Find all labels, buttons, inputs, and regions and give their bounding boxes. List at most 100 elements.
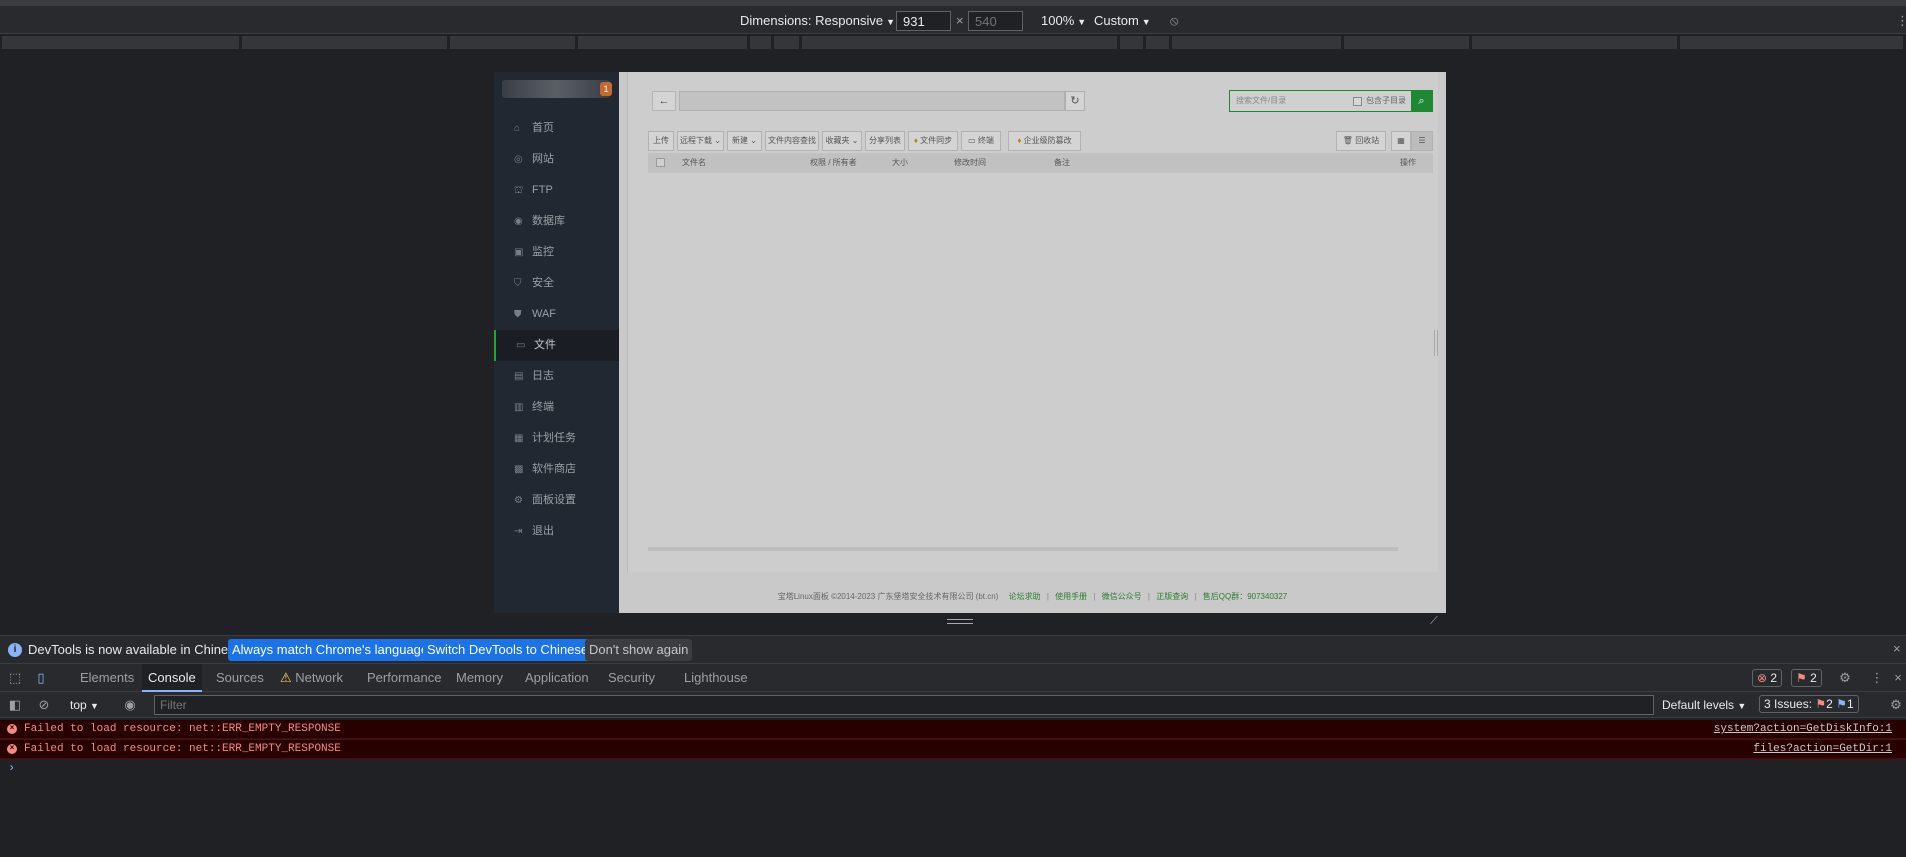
- error-count-badge[interactable]: ⊗ 2: [1752, 669, 1783, 687]
- col-modified[interactable]: 修改时间: [954, 153, 986, 173]
- file-sync-button[interactable]: ♦ 文件同步: [908, 131, 958, 151]
- eye-icon[interactable]: ◉: [122, 697, 138, 713]
- search-input[interactable]: 搜索文件/目录: [1236, 95, 1286, 106]
- tab-sources[interactable]: Sources: [216, 664, 264, 692]
- sidebar-item[interactable]: ⚙ 面板设置: [494, 485, 619, 516]
- remote-download-button[interactable]: 远程下载 ⌄: [677, 131, 724, 151]
- col-permission[interactable]: 权限 / 所有者: [810, 153, 857, 173]
- media-query-segment[interactable]: [1472, 36, 1678, 49]
- always-match-language-button[interactable]: Always match Chrome's language: [228, 639, 433, 661]
- media-query-segment[interactable]: [578, 36, 748, 49]
- col-filename[interactable]: 文件名: [682, 153, 706, 173]
- col-size[interactable]: 大小: [892, 153, 908, 173]
- search-button[interactable]: ⌕: [1411, 91, 1432, 111]
- select-all-checkbox[interactable]: [656, 158, 665, 167]
- resize-corner-icon[interactable]: ⟋: [1430, 615, 1442, 627]
- sidebar-item[interactable]: ▩ 软件商店: [494, 454, 619, 485]
- sidebar-item[interactable]: ⌂ 首页: [494, 113, 619, 144]
- footer-qq-group[interactable]: 售后QQ群：907340327: [1203, 592, 1288, 601]
- tab-lighthouse[interactable]: Lighthouse: [684, 664, 748, 692]
- media-query-segment[interactable]: [1680, 36, 1904, 49]
- col-actions: 操作: [1400, 158, 1416, 167]
- content-search-button[interactable]: 文件内容查找: [765, 131, 819, 151]
- footer-link-manual[interactable]: 使用手册: [1055, 592, 1087, 601]
- footer-link-license[interactable]: 正版查询: [1156, 592, 1188, 601]
- console-source-link[interactable]: system?action=GetDiskInfo:1: [1714, 720, 1892, 739]
- media-query-segment[interactable]: [242, 36, 448, 49]
- sidebar-item[interactable]: ▤ 日志: [494, 361, 619, 392]
- sidebar-item[interactable]: ⛫ FTP: [494, 175, 619, 206]
- resize-handle-bottom[interactable]: [947, 619, 973, 624]
- media-query-segment[interactable]: [2, 36, 240, 49]
- col-remark[interactable]: 备注: [1054, 153, 1070, 173]
- more-icon[interactable]: ⋮: [1869, 670, 1885, 686]
- sidebar-item[interactable]: ◉ 数据库: [494, 206, 619, 237]
- sidebar-item[interactable]: ◎ 网站: [494, 144, 619, 175]
- clear-console-icon[interactable]: ⊘: [36, 697, 52, 713]
- context-selector[interactable]: top ▼: [70, 698, 99, 712]
- sidebar-toggle-icon[interactable]: ◧: [7, 697, 23, 713]
- media-query-segment[interactable]: [750, 36, 772, 49]
- horizontal-scrollbar[interactable]: [648, 547, 1398, 551]
- grid-view-button[interactable]: ▦: [1391, 131, 1411, 151]
- settings-icon[interactable]: ⚙: [1837, 670, 1853, 686]
- dimensions-dropdown[interactable]: Dimensions: Responsive ▼: [740, 11, 895, 31]
- media-query-segment[interactable]: [1172, 36, 1342, 49]
- favorites-button[interactable]: 收藏夹 ⌄: [822, 131, 862, 151]
- device-toolbar-icon[interactable]: ▯: [33, 670, 49, 686]
- log-levels-dropdown[interactable]: Default levels ▼: [1662, 698, 1746, 712]
- sidebar-item[interactable]: ▣ 监控: [494, 237, 619, 268]
- sidebar-item[interactable]: ⛉ 安全: [494, 268, 619, 299]
- include-subdir-checkbox[interactable]: [1353, 97, 1362, 106]
- sidebar-item[interactable]: ⇥ 退出: [494, 516, 619, 547]
- upload-button[interactable]: 上传: [648, 131, 674, 151]
- sidebar-item[interactable]: ⛊ WAF: [494, 299, 619, 330]
- media-query-segment[interactable]: [1344, 36, 1470, 49]
- sidebar-item[interactable]: ▭ 文件: [494, 330, 619, 361]
- switch-to-chinese-button[interactable]: Switch DevTools to Chinese: [423, 639, 593, 661]
- throttle-dropdown[interactable]: Custom ▼: [1094, 11, 1151, 31]
- recycle-bin-button[interactable]: 🗑 回收站: [1336, 131, 1386, 151]
- media-query-bar[interactable]: [0, 34, 1906, 51]
- rotate-icon[interactable]: ⦸: [1170, 11, 1178, 31]
- media-query-segment[interactable]: [802, 36, 1118, 49]
- more-options-icon[interactable]: ⋮: [1896, 11, 1906, 31]
- terminal-button[interactable]: ▭ 终端: [961, 131, 1001, 151]
- tab-application[interactable]: Application: [525, 664, 589, 692]
- close-devtools-icon[interactable]: ×: [1890, 670, 1906, 686]
- console-settings-icon[interactable]: ⚙: [1888, 697, 1904, 713]
- sidebar-item[interactable]: ▦ 计划任务: [494, 423, 619, 454]
- media-query-segment[interactable]: [1146, 36, 1170, 49]
- console-filter-input[interactable]: [154, 695, 1654, 715]
- resize-handle-right[interactable]: [1434, 330, 1438, 356]
- tab-network[interactable]: ⚠ Network: [280, 664, 343, 692]
- media-query-segment[interactable]: [1120, 36, 1144, 49]
- footer-link-wechat[interactable]: 微信公众号: [1102, 592, 1142, 601]
- share-list-button[interactable]: 分享列表: [865, 131, 905, 151]
- tab-memory[interactable]: Memory: [456, 664, 503, 692]
- console-prompt[interactable]: ›: [8, 761, 15, 775]
- inspect-element-icon[interactable]: ⬚: [7, 670, 23, 686]
- height-input[interactable]: [968, 11, 1023, 31]
- path-input[interactable]: [679, 91, 1065, 111]
- tab-performance[interactable]: Performance: [367, 664, 441, 692]
- media-query-segment[interactable]: [450, 36, 576, 49]
- warning-count-badge[interactable]: ⚑ 2: [1791, 669, 1822, 687]
- console-source-link[interactable]: files?action=GetDir:1: [1753, 740, 1892, 759]
- tab-elements[interactable]: Elements: [80, 664, 134, 692]
- zoom-dropdown[interactable]: 100% ▼: [1041, 11, 1086, 31]
- back-button[interactable]: ←: [652, 91, 676, 111]
- issues-badge[interactable]: 3 Issues: ⚑2 ⚑1: [1759, 695, 1859, 713]
- tab-security[interactable]: Security: [608, 664, 655, 692]
- footer-link-forum[interactable]: 论坛求助: [1009, 592, 1041, 601]
- close-icon[interactable]: ×: [1893, 641, 1901, 656]
- dont-show-again-button[interactable]: Don't show again: [585, 639, 693, 661]
- new-button[interactable]: 新建 ⌄: [727, 131, 762, 151]
- list-view-button[interactable]: ☰: [1411, 131, 1433, 151]
- refresh-button[interactable]: ↻: [1065, 91, 1085, 111]
- media-query-segment[interactable]: [774, 36, 800, 49]
- width-input[interactable]: [896, 11, 951, 31]
- sidebar-item[interactable]: ▥ 终端: [494, 392, 619, 423]
- tamper-protect-button[interactable]: ♦ 企业级防篡改: [1008, 131, 1081, 151]
- tab-console[interactable]: Console: [142, 664, 202, 692]
